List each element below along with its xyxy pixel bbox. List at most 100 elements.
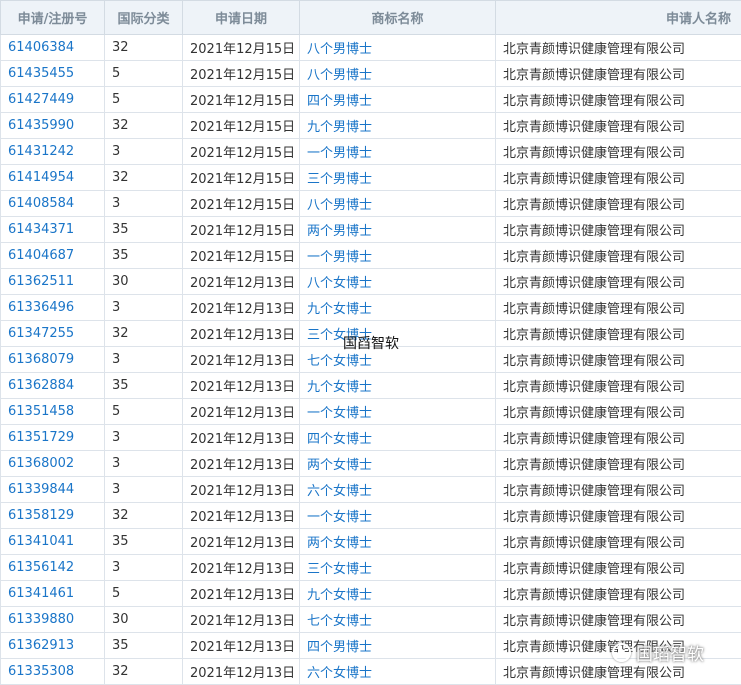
cell-international-class: 35 [104,528,183,555]
cell-trademark-name[interactable]: 九个女博士 [299,580,496,607]
cell-registration-number[interactable]: 61408584 [0,190,105,217]
table-row: 61358129 32 2021年12月13日 一个女博士 北京青颜博识健康管理有限公司 [0,502,741,529]
cell-international-class: 35 [104,372,183,399]
corner-watermark: 国瑫智软 [612,640,704,665]
cell-trademark-name[interactable]: 九个男博士 [299,112,496,139]
cell-applicant-name: 北京青颜博识健康管理有限公司 [495,60,741,87]
cell-registration-number[interactable]: 61406384 [0,34,105,61]
cell-international-class: 3 [104,476,183,503]
cell-trademark-name[interactable]: 九个女博士 [299,372,496,399]
cell-registration-number[interactable]: 61362913 [0,632,105,659]
cell-trademark-name[interactable]: 三个女博士 [299,554,496,581]
cell-registration-number[interactable]: 61347255 [0,320,105,347]
cell-application-date: 2021年12月13日 [182,580,300,607]
table-row: 61336496 3 2021年12月13日 九个女博士 北京青颜博识健康管理有限公司 [0,294,741,321]
cell-applicant-name: 北京青颜博识健康管理有限公司 [495,528,741,555]
cell-registration-number[interactable]: 61341461 [0,580,105,607]
cell-application-date: 2021年12月13日 [182,294,300,321]
cell-registration-number[interactable]: 61339844 [0,476,105,503]
cell-registration-number[interactable]: 61351458 [0,398,105,425]
cell-international-class: 32 [104,502,183,529]
cell-registration-number[interactable]: 61427449 [0,86,105,113]
cell-trademark-name[interactable]: 一个女博士 [299,502,496,529]
cell-application-date: 2021年12月15日 [182,216,300,243]
column-header-international-class[interactable]: 国际分类 [104,0,183,35]
cell-applicant-name: 北京青颜博识健康管理有限公司 [495,502,741,529]
cell-registration-number[interactable]: 61368079 [0,346,105,373]
cell-international-class: 32 [104,112,183,139]
cell-applicant-name: 北京青颜博识健康管理有限公司 [495,86,741,113]
cell-application-date: 2021年12月15日 [182,190,300,217]
cell-trademark-name[interactable]: 八个男博士 [299,60,496,87]
cell-registration-number[interactable]: 61368002 [0,450,105,477]
column-header-application-date[interactable]: 申请日期 [182,0,300,35]
cell-trademark-name[interactable]: 一个男博士 [299,242,496,269]
cell-applicant-name: 北京青颜博识健康管理有限公司 [495,580,741,607]
column-header-applicant-name[interactable]: 申请人名称 [495,0,741,35]
cell-application-date: 2021年12月15日 [182,138,300,165]
cell-applicant-name: 北京青颜博识健康管理有限公司 [495,424,741,451]
column-header-trademark-name[interactable]: 商标名称 [299,0,496,35]
cell-international-class: 32 [104,164,183,191]
cell-applicant-name: 北京青颜博识健康管理有限公司 [495,450,741,477]
cell-international-class: 30 [104,268,183,295]
cell-applicant-name: 北京青颜博识健康管理有限公司 [495,554,741,581]
cell-trademark-name[interactable]: 八个女博士 [299,268,496,295]
cell-trademark-name[interactable]: 一个男博士 [299,138,496,165]
cell-trademark-name[interactable]: 两个女博士 [299,528,496,555]
cell-international-class: 32 [104,320,183,347]
cell-trademark-name[interactable]: 六个女博士 [299,658,496,685]
cell-registration-number[interactable]: 61351729 [0,424,105,451]
cell-trademark-name[interactable]: 两个女博士 [299,450,496,477]
cell-trademark-name[interactable]: 四个女博士 [299,424,496,451]
cell-application-date: 2021年12月13日 [182,502,300,529]
cell-registration-number[interactable]: 61434371 [0,216,105,243]
table-row: 61431242 3 2021年12月15日 一个男博士 北京青颜博识健康管理有限公司 [0,138,741,165]
table-row: 61434371 35 2021年12月15日 两个男博士 北京青颜博识健康管理有限公司 [0,216,741,243]
cell-international-class: 5 [104,398,183,425]
cell-international-class: 30 [104,606,183,633]
cell-registration-number[interactable]: 61341041 [0,528,105,555]
cell-registration-number[interactable]: 61404687 [0,242,105,269]
cell-trademark-name[interactable]: 四个男博士 [299,86,496,113]
cell-trademark-name[interactable]: 七个女博士 [299,606,496,633]
table-row: 61435455 5 2021年12月15日 八个男博士 北京青颜博识健康管理有限公司 [0,60,741,87]
cell-international-class: 35 [104,216,183,243]
cell-trademark-name[interactable]: 三个男博士 [299,164,496,191]
table-row: 61427449 5 2021年12月15日 四个男博士 北京青颜博识健康管理有限公司 [0,86,741,113]
table-row: 61341461 5 2021年12月13日 九个女博士 北京青颜博识健康管理有限公司 [0,580,741,607]
cell-application-date: 2021年12月13日 [182,398,300,425]
cell-registration-number[interactable]: 61358129 [0,502,105,529]
cell-trademark-name[interactable]: 四个男博士 [299,632,496,659]
cell-international-class: 32 [104,34,183,61]
cell-trademark-name[interactable]: 八个男博士 [299,190,496,217]
table-row: 61351458 5 2021年12月13日 一个女博士 北京青颜博识健康管理有限公司 [0,398,741,425]
cell-registration-number[interactable]: 61362884 [0,372,105,399]
cell-trademark-name[interactable]: 六个女博士 [299,476,496,503]
column-header-registration-number[interactable]: 申请/注册号 [0,0,105,35]
cell-trademark-name[interactable]: 八个男博士 [299,34,496,61]
cell-registration-number[interactable]: 61335308 [0,658,105,685]
table-row: 61435990 32 2021年12月15日 九个男博士 北京青颜博识健康管理有限公司 [0,112,741,139]
cell-international-class: 3 [104,450,183,477]
cell-registration-number[interactable]: 61362511 [0,268,105,295]
cell-international-class: 3 [104,190,183,217]
cell-application-date: 2021年12月13日 [182,658,300,685]
cell-trademark-name[interactable]: 一个女博士 [299,398,496,425]
cell-registration-number[interactable]: 61356142 [0,554,105,581]
cell-registration-number[interactable]: 61339880 [0,606,105,633]
cell-application-date: 2021年12月15日 [182,86,300,113]
table-row: 61404687 35 2021年12月15日 一个男博士 北京青颜博识健康管理有限公司 [0,242,741,269]
cell-applicant-name: 北京青颜博识健康管理有限公司 [495,372,741,399]
cell-registration-number[interactable]: 61336496 [0,294,105,321]
cell-registration-number[interactable]: 61414954 [0,164,105,191]
cell-registration-number[interactable]: 61431242 [0,138,105,165]
cell-international-class: 5 [104,580,183,607]
cell-trademark-name[interactable]: 九个女博士 [299,294,496,321]
cell-international-class: 5 [104,60,183,87]
cell-application-date: 2021年12月13日 [182,632,300,659]
cell-registration-number[interactable]: 61435455 [0,60,105,87]
cell-international-class: 35 [104,632,183,659]
cell-registration-number[interactable]: 61435990 [0,112,105,139]
cell-trademark-name[interactable]: 两个男博士 [299,216,496,243]
